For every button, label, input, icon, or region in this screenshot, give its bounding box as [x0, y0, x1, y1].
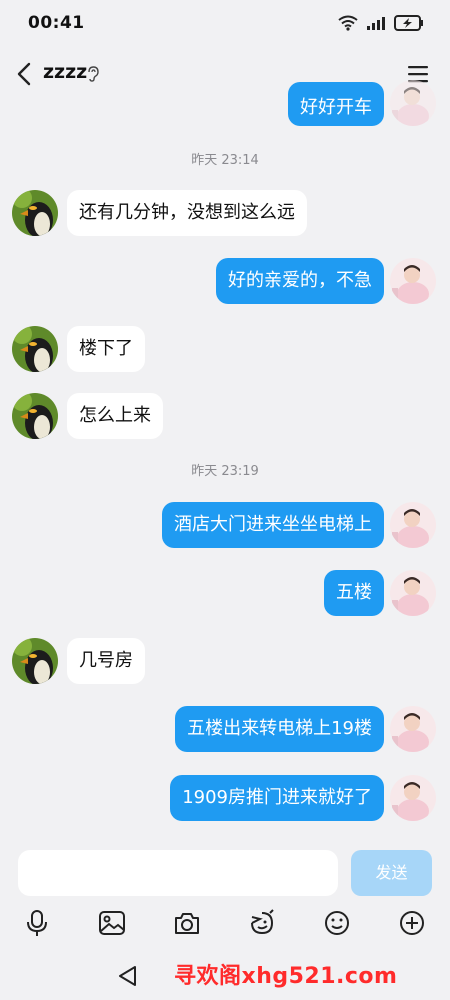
- more-button[interactable]: [397, 908, 427, 938]
- avatar-self[interactable]: [390, 570, 436, 616]
- avatar-contact[interactable]: [12, 393, 58, 439]
- avatar-self[interactable]: [390, 258, 436, 304]
- message-bubble-outgoing[interactable]: 好的亲爱的，不急: [216, 258, 384, 304]
- timestamp: 昨天 23:19: [191, 464, 259, 479]
- avatar-self[interactable]: [390, 775, 436, 821]
- message-list[interactable]: 好好开车 昨天 23:14 还有几分钟，没想到这么远 好的亲爱的，不急 楼下了 …: [0, 62, 450, 842]
- emoji-icon: [325, 911, 349, 935]
- image-icon: [99, 911, 125, 935]
- message-bubble-outgoing[interactable]: 酒店大门进来坐坐电梯上: [162, 502, 384, 548]
- emoji-button[interactable]: [322, 908, 352, 938]
- system-nav-bar: 寻欢阁xhg521.com: [0, 958, 450, 998]
- status-time: 00:41: [28, 13, 85, 33]
- message-bubble-outgoing[interactable]: 五楼: [324, 570, 384, 616]
- message-bubble-incoming[interactable]: 怎么上来: [67, 393, 163, 439]
- status-bar: 00:41: [0, 0, 450, 46]
- message-bubble-incoming[interactable]: 几号房: [67, 638, 145, 684]
- photo-button[interactable]: [97, 908, 127, 938]
- camera-icon: [175, 913, 199, 934]
- message-input[interactable]: [18, 850, 338, 896]
- avatar-self[interactable]: [390, 502, 436, 548]
- signal-icon: [367, 17, 385, 30]
- avatar-contact[interactable]: [12, 190, 58, 236]
- triangle-back-icon: [119, 966, 136, 986]
- avatar-self[interactable]: [390, 706, 436, 752]
- wifi-icon: [338, 15, 358, 31]
- avatar-contact[interactable]: [12, 326, 58, 372]
- send-button[interactable]: 发送: [351, 850, 432, 896]
- voice-button[interactable]: [22, 908, 52, 938]
- timestamp: 昨天 23:14: [191, 153, 259, 168]
- message-bubble-incoming[interactable]: 楼下了: [67, 326, 145, 372]
- message-bubble-outgoing[interactable]: 1909房推门进来就好了: [170, 775, 384, 821]
- avatar-contact[interactable]: [12, 638, 58, 684]
- input-toolbar: [0, 904, 450, 942]
- mic-icon: [27, 910, 47, 936]
- avatar-self[interactable]: [390, 80, 436, 126]
- message-bubble-incoming[interactable]: 还有几分钟，没想到这么远: [67, 190, 307, 236]
- message-bubble-outgoing[interactable]: 五楼出来转电梯上19楼: [175, 706, 384, 752]
- camera-button[interactable]: [172, 908, 202, 938]
- battery-charging-icon: [394, 15, 423, 31]
- status-icons: [338, 15, 424, 31]
- nav-back-button[interactable]: [116, 964, 138, 992]
- sticker-button[interactable]: [247, 908, 277, 938]
- watermark-text: 寻欢阁xhg521.com: [174, 964, 398, 989]
- plus-icon: [400, 911, 424, 935]
- message-bubble-outgoing[interactable]: 好好开车: [288, 82, 384, 126]
- sticker-icon: [251, 909, 274, 935]
- composer: 发送 寻欢阁xhg521.com: [0, 842, 450, 1000]
